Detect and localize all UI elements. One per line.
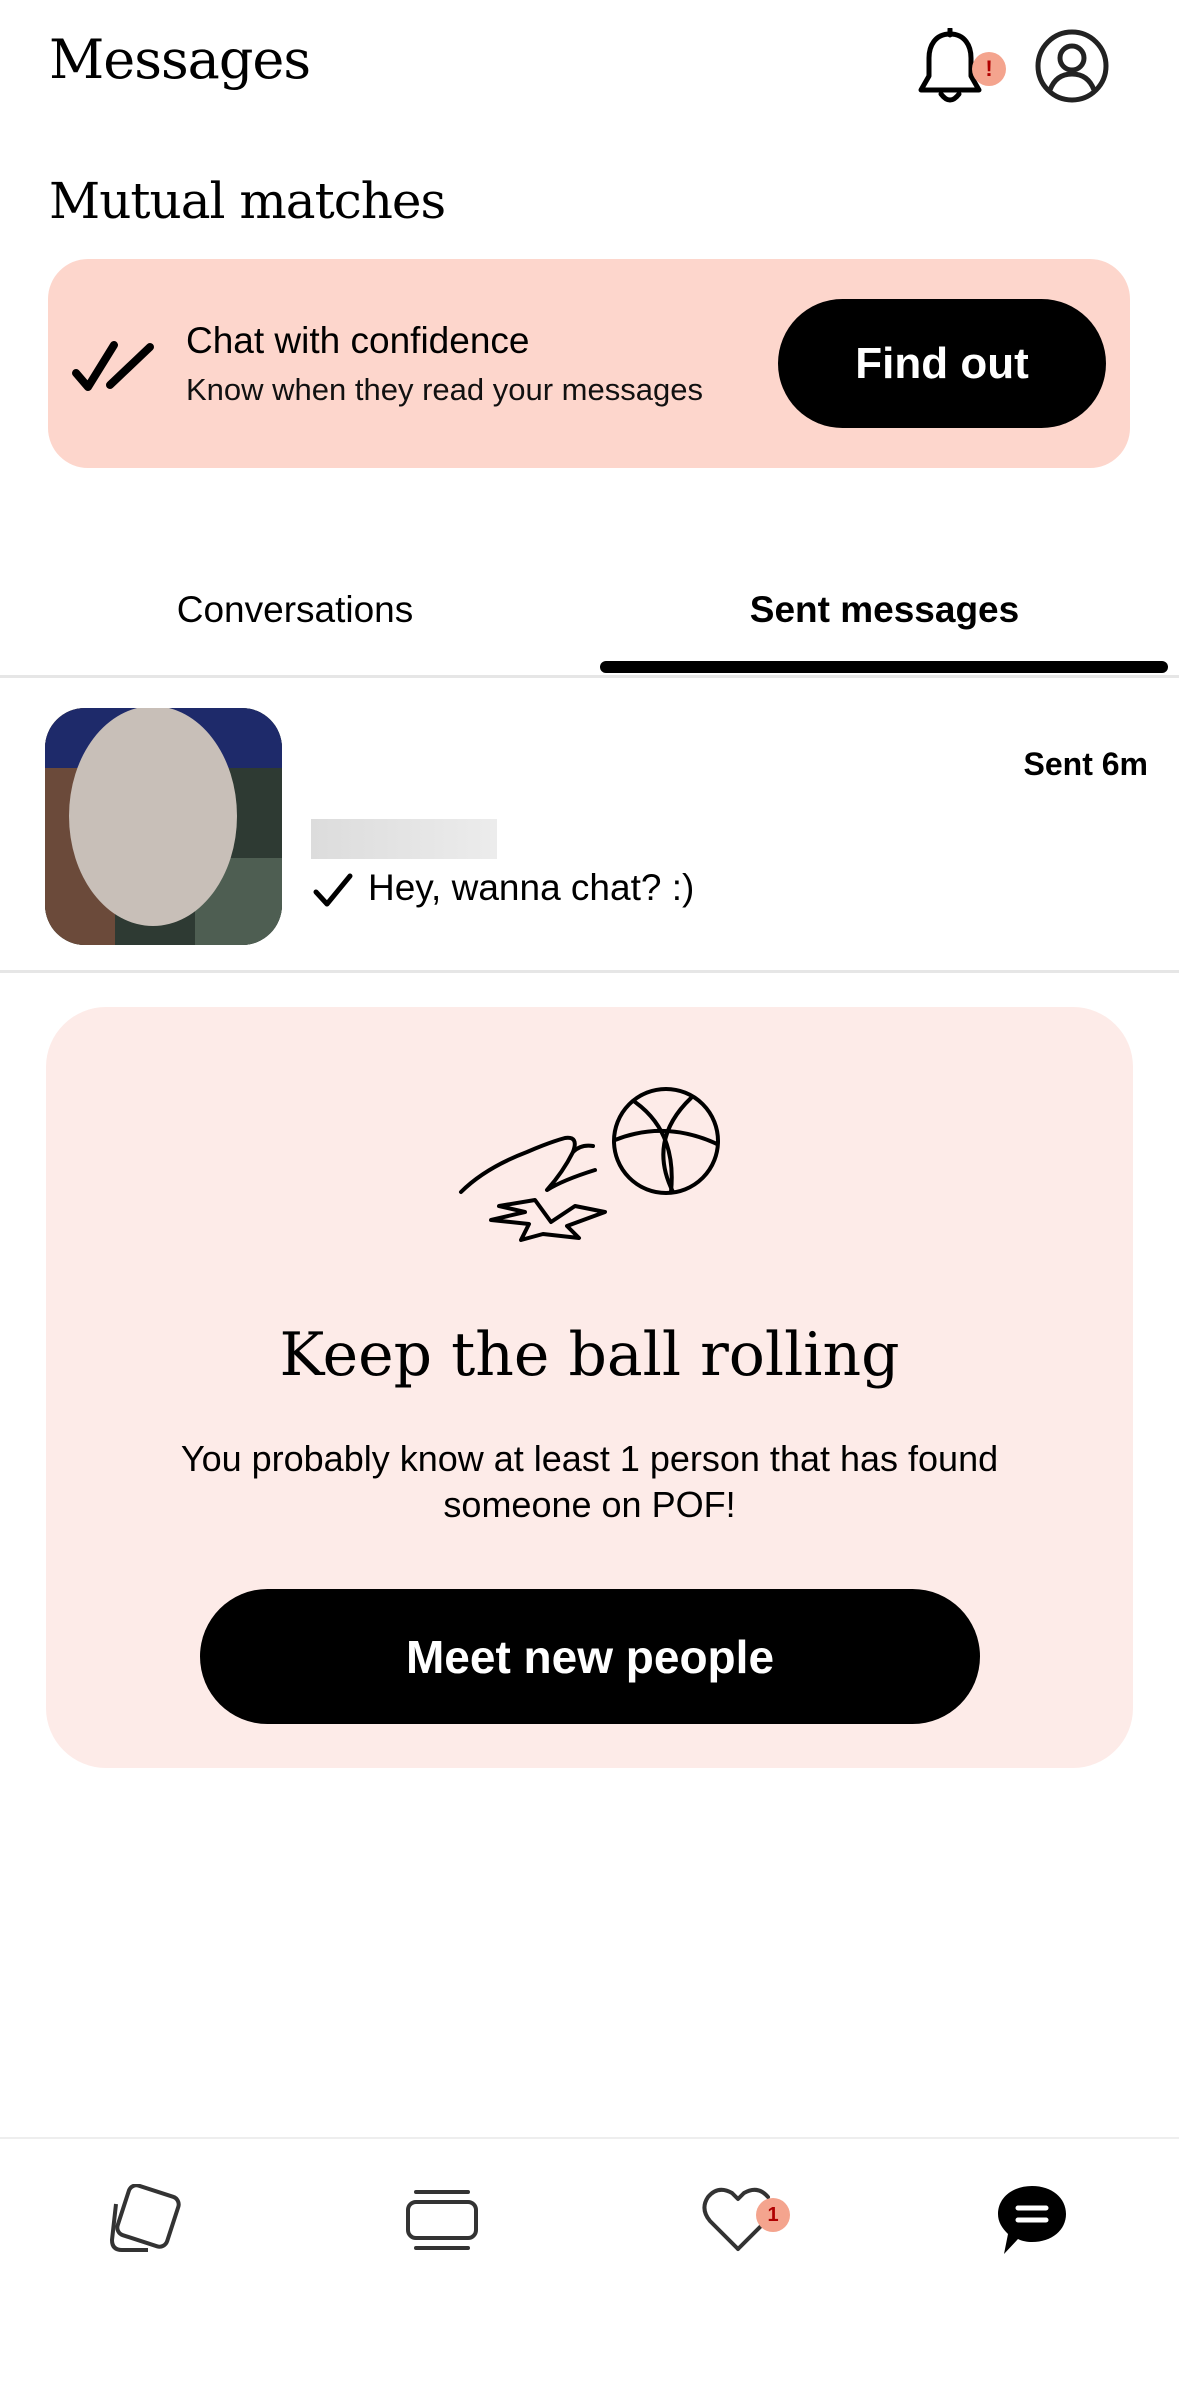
double-check-icon [70, 335, 160, 395]
browse-icon[interactable] [392, 2170, 492, 2270]
basketball-illustration [455, 1080, 725, 1250]
active-tab-indicator [600, 661, 1168, 673]
tab-conversations[interactable]: Conversations [0, 570, 590, 650]
avatar[interactable] [45, 708, 282, 945]
nav-divider [0, 2137, 1179, 2139]
message-preview[interactable]: Hey, wanna chat? :) [368, 867, 694, 909]
card-body: You probably know at least 1 person that… [180, 1438, 999, 1525]
profile-icon[interactable] [1034, 28, 1110, 104]
find-out-button[interactable]: Find out [778, 299, 1106, 428]
discover-icon[interactable] [95, 2170, 195, 2270]
card-title: Keep the ball rolling [279, 1320, 900, 1390]
tab-sent-messages[interactable]: Sent messages [590, 570, 1179, 650]
check-icon [312, 870, 354, 912]
messages-icon[interactable] [982, 2170, 1082, 2270]
notification-badge: ! [972, 52, 1006, 86]
sent-timestamp: Sent 6m [1023, 746, 1148, 782]
page-title: Messages [49, 28, 311, 91]
mutual-matches-heading: Mutual matches [49, 172, 446, 230]
tabs-divider [0, 675, 1179, 678]
row-divider [0, 970, 1179, 973]
banner-title: Chat with confidence [186, 320, 530, 361]
redacted-name [311, 819, 497, 859]
likes-badge: 1 [756, 2198, 790, 2232]
meet-new-people-button[interactable]: Meet new people [200, 1589, 980, 1724]
banner-subtitle: Know when they read your messages [186, 372, 703, 407]
